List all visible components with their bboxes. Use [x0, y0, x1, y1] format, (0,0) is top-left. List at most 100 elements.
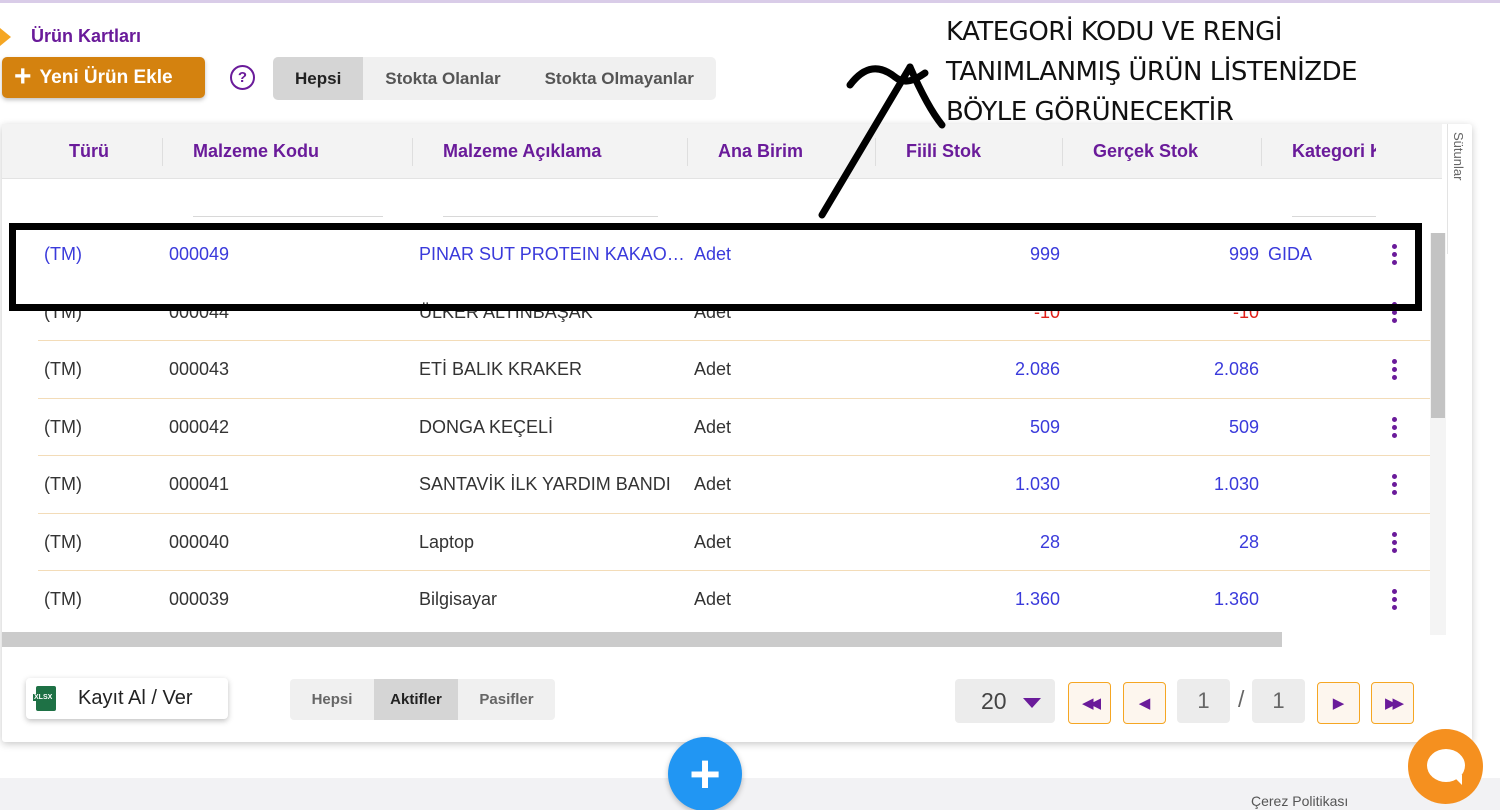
cell-description: ÜLKER ALTINBAŞAK — [419, 301, 593, 322]
total-pages: 1 — [1252, 679, 1305, 723]
column-divider — [687, 138, 688, 166]
cell-unit: Adet — [694, 359, 732, 379]
cell-code: 000040 — [169, 531, 230, 552]
row-menu-icon[interactable] — [1384, 456, 1404, 513]
cell-description: SANTAVİK İLK YARDIM BANDI — [419, 474, 671, 494]
page-size-select[interactable]: 20 — [955, 679, 1055, 723]
export-import-label: Kayıt Al / Ver — [78, 687, 193, 709]
column-header-code[interactable]: Malzeme Kodu — [193, 124, 393, 179]
cell-type: (TM) — [44, 589, 82, 609]
row-menu-icon[interactable] — [1384, 284, 1404, 341]
status-tab-all[interactable]: Hepsi — [290, 679, 374, 720]
product-table-card: Türü Malzeme Kodu Malzeme Açıklama Ana B… — [2, 124, 1472, 742]
status-tab-active[interactable]: Aktifler — [374, 679, 458, 720]
cell-code: 000039 — [169, 589, 230, 609]
chat-button[interactable] — [1408, 729, 1483, 804]
cell-actual-stock: 28 — [1039, 531, 1060, 552]
last-page-icon: ▶▶ — [1384, 695, 1404, 712]
stock-filter-tabs: Hepsi Stokta Olanlar Stokta Olmayanlar — [273, 57, 716, 100]
cell-real-stock: 1.030 — [1213, 474, 1259, 494]
cell-code: 000043 — [169, 359, 230, 379]
tab-in-stock[interactable]: Stokta Olanlar — [363, 57, 522, 100]
cell-real-stock: 999 — [1228, 244, 1259, 264]
tab-out-of-stock[interactable]: Stokta Olmayanlar — [523, 57, 716, 100]
breadcrumb-arrow-icon — [0, 27, 11, 46]
cell-category — [1268, 284, 1368, 341]
cell-unit: Adet — [694, 531, 732, 552]
next-page-icon: ▶ — [1332, 695, 1345, 712]
cell-real-stock: 509 — [1228, 416, 1259, 437]
column-filter-row — [2, 180, 1442, 226]
page-separator: / — [1238, 686, 1245, 712]
column-header-real-stock[interactable]: Gerçek Stok — [1093, 124, 1243, 179]
table-body: (TM) 000049 PINAR SUT PROTEIN KAKAOLU Ad… — [2, 226, 1432, 629]
add-floating-button[interactable]: + — [668, 737, 742, 810]
cell-unit: Adet — [694, 416, 732, 437]
annotation-text: KATEGORİ KODU VE RENGİ TANIMLANMIŞ ÜRÜN … — [946, 12, 1358, 132]
row-menu-icon[interactable] — [1384, 341, 1404, 398]
chevron-down-icon — [1023, 698, 1041, 708]
table-row[interactable]: (TM) 000049 PINAR SUT PROTEIN KAKAOLU Ad… — [38, 226, 1431, 284]
xlsx-file-icon — [33, 686, 56, 711]
cookie-policy-link[interactable]: Çerez Politikası — [1251, 793, 1348, 809]
breadcrumb-title: Ürün Kartları — [31, 26, 142, 46]
column-header-category[interactable]: Kategori K — [1292, 124, 1376, 179]
breadcrumb: Ürün Kartları — [0, 26, 141, 47]
page-size-value: 20 — [981, 687, 1007, 714]
cell-category — [1268, 456, 1368, 513]
filter-input-code[interactable] — [193, 216, 383, 217]
row-menu-icon[interactable] — [1384, 514, 1404, 571]
cell-description: DONGA KEÇELİ — [419, 416, 554, 437]
cell-unit: Adet — [694, 474, 732, 494]
table-row[interactable]: (TM) 000044 ÜLKER ALTINBAŞAK Adet -10 -1… — [38, 284, 1431, 341]
cell-category — [1268, 514, 1368, 571]
column-header-description[interactable]: Malzeme Açıklama — [443, 124, 663, 179]
cell-code: 000049 — [169, 244, 230, 264]
column-header-type[interactable]: Türü — [69, 124, 149, 179]
cell-actual-stock: 509 — [1029, 416, 1060, 437]
cell-actual-stock: 999 — [1029, 244, 1060, 264]
cell-actual-stock: 1.360 — [1014, 589, 1060, 609]
column-divider — [1062, 138, 1063, 166]
vertical-scrollbar-thumb[interactable] — [1431, 233, 1445, 418]
row-menu-icon[interactable] — [1384, 226, 1404, 283]
previous-page-button[interactable]: ◀ — [1123, 682, 1166, 724]
new-product-button[interactable]: + Yeni Ürün Ekle — [2, 57, 205, 98]
tab-all[interactable]: Hepsi — [273, 57, 364, 100]
cell-description: PINAR SUT PROTEIN KAKAOLU — [419, 244, 687, 264]
columns-panel-label: Sütunlar — [1451, 132, 1466, 181]
last-page-button[interactable]: ▶▶ — [1371, 682, 1414, 724]
cell-description: ETİ BALIK KRAKER — [419, 359, 583, 379]
cell-real-stock: 2.086 — [1213, 359, 1259, 379]
table-row[interactable]: (TM) 000040 Laptop Adet 28 28 — [38, 514, 1431, 571]
current-page-input[interactable]: 1 — [1177, 679, 1230, 723]
column-divider — [162, 138, 163, 166]
cell-unit: Adet — [694, 244, 732, 264]
cell-type: (TM) — [44, 474, 82, 494]
status-tab-passive[interactable]: Pasifler — [458, 679, 555, 720]
cell-unit: Adet — [694, 301, 732, 322]
table-row[interactable]: (TM) 000043 ETİ BALIK KRAKER Adet 2.086 … — [38, 341, 1431, 399]
cell-actual-stock: 1.030 — [1014, 474, 1060, 494]
cell-actual-stock: 2.086 — [1014, 359, 1060, 379]
filter-input-description[interactable] — [443, 216, 658, 217]
cell-type: (TM) — [44, 531, 82, 552]
new-product-button-label: Yeni Ürün Ekle — [39, 66, 173, 88]
table-row[interactable]: (TM) 000041 SANTAVİK İLK YARDIM BANDI Ad… — [38, 456, 1431, 514]
filter-input-category[interactable] — [1292, 216, 1376, 217]
annotation-arrow — [818, 63, 946, 219]
columns-panel-toggle[interactable]: Sütunlar — [1447, 124, 1469, 254]
first-page-button[interactable]: ◀◀ — [1068, 682, 1111, 724]
table-row[interactable]: (TM) 000042 DONGA KEÇELİ Adet 509 509 — [38, 399, 1431, 456]
horizontal-scrollbar-thumb[interactable] — [2, 632, 1282, 647]
row-menu-icon[interactable] — [1384, 399, 1404, 456]
column-divider — [1261, 138, 1262, 166]
help-icon[interactable]: ? — [230, 65, 255, 90]
cell-category — [1268, 571, 1368, 628]
column-divider — [412, 138, 413, 166]
row-menu-icon[interactable] — [1384, 571, 1404, 628]
cell-description: Laptop — [419, 531, 475, 552]
next-page-button[interactable]: ▶ — [1317, 682, 1360, 724]
table-row[interactable]: (TM) 000039 Bilgisayar Adet 1.360 1.360 — [38, 571, 1431, 629]
export-import-button[interactable]: Kayıt Al / Ver — [26, 678, 228, 719]
